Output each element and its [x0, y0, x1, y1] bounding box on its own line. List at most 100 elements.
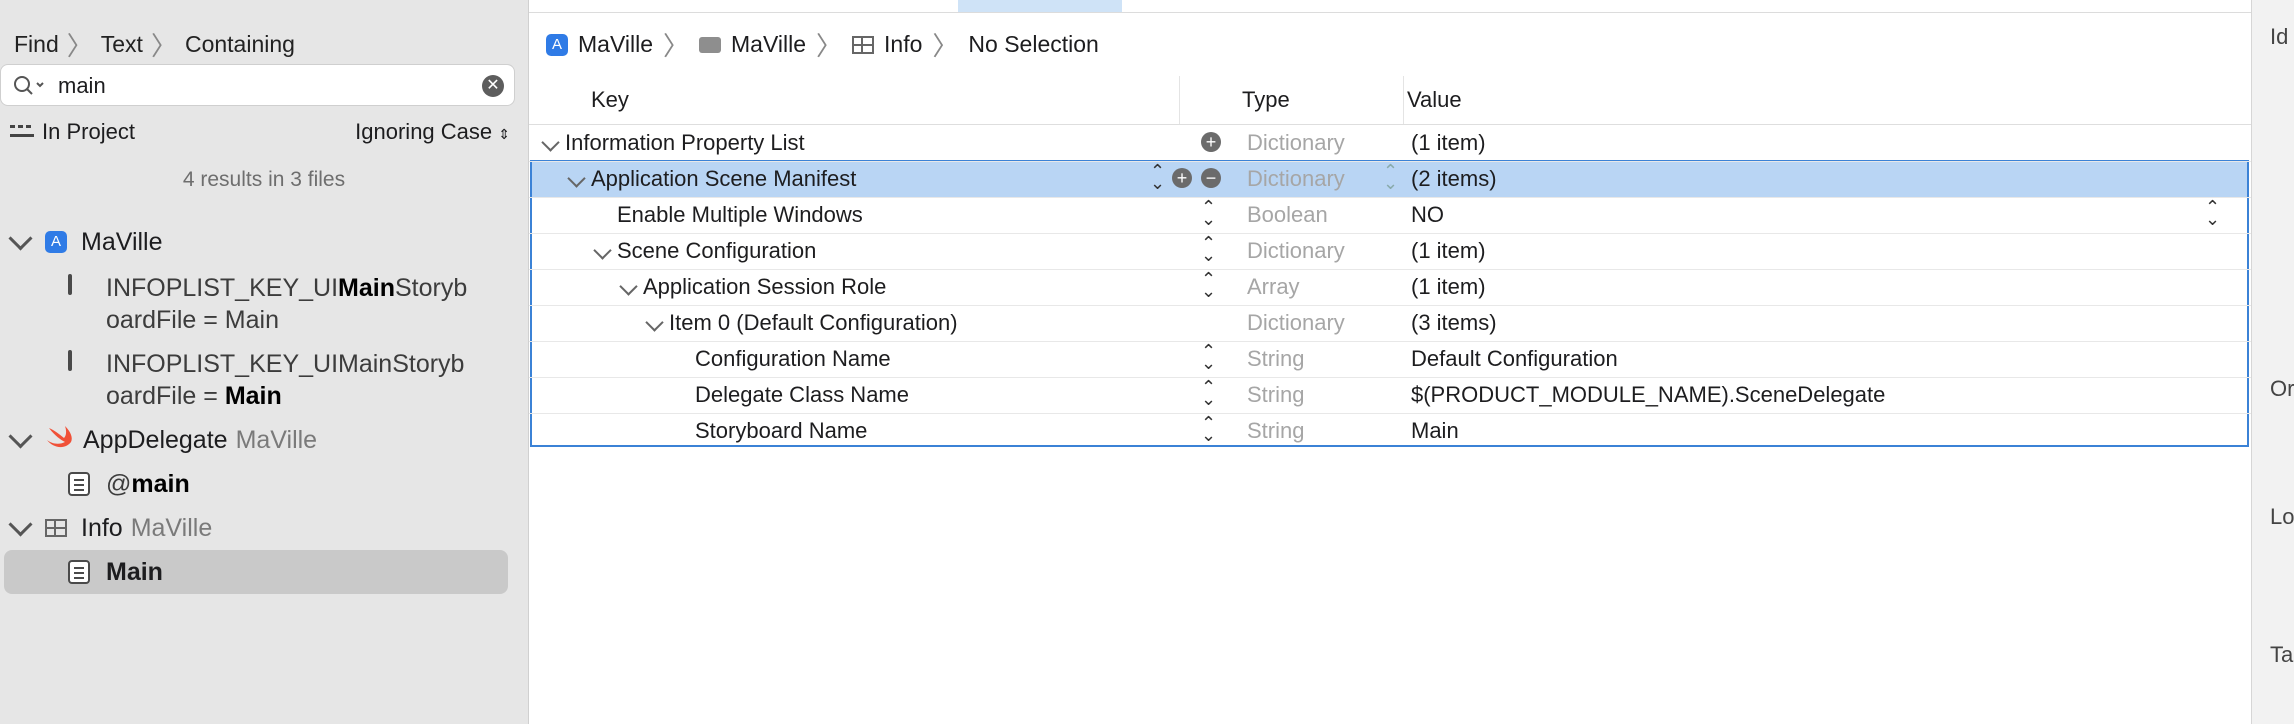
plist-row[interactable]: Delegate Class Name ⌃ ⌄ String $(PRODUCT_…: [529, 377, 2251, 414]
case-option-popup[interactable]: Ignoring Case ⇕: [355, 119, 510, 145]
plist-row[interactable]: Application Session Role ⌃ ⌄ Array (1 ite…: [529, 269, 2251, 306]
disclosure-triangle-icon[interactable]: [619, 277, 638, 296]
group-name: Info: [81, 513, 123, 542]
crumb-text[interactable]: Text: [101, 31, 143, 58]
key-popup-arrows-icon[interactable]: ⌃ ⌄: [1201, 342, 1216, 372]
search-result-2[interactable]: INFOPLIST_KEY_UIMainStoryb oardFile = Ma…: [68, 348, 464, 410]
build-setting-file-icon: [68, 350, 72, 371]
plist-row[interactable]: Enable Multiple Windows ⌃ ⌄ Boolean NO ⌃ ⌄: [529, 197, 2251, 234]
row-type[interactable]: String: [1247, 382, 1304, 408]
jump-bar-selection[interactable]: No Selection: [968, 31, 1098, 58]
group-project: MaVille: [130, 513, 213, 542]
plist-row[interactable]: Information Property List + Dictionary (…: [529, 125, 2251, 162]
inspector-label: Or: [2270, 376, 2294, 401]
row-value[interactable]: Default Configuration: [1411, 346, 1618, 372]
disclosure-triangle-icon[interactable]: [541, 133, 560, 152]
search-scope[interactable]: In Project: [10, 119, 135, 145]
result-group-info[interactable]: Info MaVille: [0, 508, 528, 548]
disclosure-triangle-icon[interactable]: [8, 225, 33, 251]
key-popup-arrows-icon[interactable]: ⌃ ⌄: [1201, 378, 1216, 408]
jump-bar-group[interactable]: MaVille: [731, 31, 806, 58]
chevron-right-icon: 〉: [816, 31, 843, 61]
search-result-4[interactable]: Main: [68, 552, 508, 592]
search-icon[interactable]: [13, 75, 47, 102]
search-result-1[interactable]: INFOPLIST_KEY_UIMainStoryb oardFile = Ma…: [68, 272, 467, 334]
case-option-label: Ignoring Case: [355, 119, 493, 144]
disclosure-triangle-icon[interactable]: [8, 423, 33, 449]
results-summary: 4 results in 3 files: [182, 168, 346, 191]
disclosure-triangle-icon[interactable]: [8, 511, 33, 537]
plist-row[interactable]: Storyboard Name ⌃ ⌄ String Main: [529, 413, 2251, 449]
row-value: (3 items): [1411, 310, 1497, 335]
row-type[interactable]: Dictionary: [1247, 166, 1345, 192]
disclosure-triangle-icon[interactable]: [593, 241, 612, 260]
row-type[interactable]: Dictionary: [1247, 310, 1345, 336]
row-key: Storyboard Name: [695, 418, 868, 443]
row-key: Item 0 (Default Configuration): [669, 310, 958, 335]
row-value[interactable]: Main: [1411, 418, 1459, 444]
search-field[interactable]: main ✕: [0, 64, 515, 106]
row-type[interactable]: String: [1247, 418, 1304, 444]
row-value[interactable]: NO: [1411, 202, 1444, 228]
row-key: Configuration Name: [695, 346, 891, 371]
jump-bar-file[interactable]: Info: [884, 31, 922, 58]
jump-bar-project[interactable]: MaVille: [578, 31, 653, 58]
add-item-icon[interactable]: +: [1201, 132, 1221, 152]
key-popup-arrows-icon[interactable]: ⌃ ⌄: [1150, 162, 1165, 192]
plist-row[interactable]: Configuration Name ⌃ ⌄ String Default Con…: [529, 341, 2251, 378]
jump-bar[interactable]: A MaVille 〉 MaVille 〉 Info 〉 No Selectio…: [546, 26, 1099, 63]
key-popup-arrows-icon[interactable]: ⌃ ⌄: [1201, 414, 1216, 444]
column-header-key[interactable]: Key: [591, 87, 629, 113]
row-value: (1 item): [1411, 130, 1486, 155]
chevron-right-icon: 〉: [932, 31, 959, 61]
plist-row[interactable]: Application Scene Manifest ⌃ ⌄ + − Dictio…: [529, 161, 2251, 198]
row-type[interactable]: Dictionary: [1247, 130, 1345, 156]
disclosure-triangle-icon[interactable]: [567, 169, 586, 188]
search-input[interactable]: main: [58, 73, 106, 99]
disclosure-triangle-icon[interactable]: [645, 313, 664, 332]
crumb-containing[interactable]: Containing: [185, 31, 295, 58]
result-text: INFOPLIST_KEY_UI: [106, 274, 339, 302]
popup-arrows-icon: ⇕: [498, 126, 510, 142]
match-highlight: Main: [224, 382, 282, 410]
column-divider[interactable]: [1179, 76, 1180, 124]
row-value: (1 item): [1411, 238, 1486, 263]
key-popup-arrows-icon[interactable]: ⌃ ⌄: [1201, 234, 1216, 264]
value-popup-arrows-icon[interactable]: ⌃ ⌄: [2205, 198, 2220, 228]
row-type[interactable]: String: [1247, 346, 1304, 372]
row-type[interactable]: Dictionary: [1247, 238, 1345, 264]
row-type[interactable]: Array: [1247, 274, 1300, 300]
row-key: Enable Multiple Windows: [617, 202, 863, 227]
row-value: (1 item): [1411, 274, 1486, 299]
column-divider[interactable]: [1403, 76, 1404, 124]
key-popup-arrows-icon[interactable]: ⌃ ⌄: [1201, 270, 1216, 300]
find-navigator: Find 〉 Text 〉 Containing main ✕ In Proje…: [0, 0, 529, 724]
row-value: (2 items): [1411, 166, 1497, 191]
plist-file-icon: [45, 519, 67, 537]
key-popup-arrows-icon[interactable]: ⌃ ⌄: [1201, 198, 1216, 228]
result-text: oardFile = Main: [106, 306, 279, 334]
chevron-right-icon: 〉: [66, 31, 93, 61]
column-header-value[interactable]: Value: [1407, 87, 1462, 113]
plist-row[interactable]: Scene Configuration ⌃ ⌄ Dictionary (1 ite…: [529, 233, 2251, 270]
group-name: MaVille: [81, 227, 163, 256]
type-popup-arrows-icon[interactable]: ⌃ ⌄: [1383, 162, 1398, 192]
remove-item-icon[interactable]: −: [1201, 168, 1221, 188]
search-result-3[interactable]: @main: [68, 464, 508, 504]
column-header-type[interactable]: Type: [1242, 87, 1290, 113]
row-type[interactable]: Boolean: [1247, 202, 1328, 228]
add-item-icon[interactable]: +: [1172, 168, 1192, 188]
match-highlight: Main: [338, 274, 395, 302]
clear-search-icon[interactable]: ✕: [482, 75, 504, 97]
inspector-panel: Id Or Lo Ta: [2251, 0, 2294, 724]
active-tab-indicator[interactable]: [958, 0, 1122, 12]
result-group-appdelegate[interactable]: AppDelegate MaVille: [0, 420, 528, 460]
code-line-icon: [68, 472, 90, 496]
find-mode-breadcrumb[interactable]: Find 〉 Text 〉 Containing: [14, 26, 295, 63]
result-group-maville[interactable]: A MaVille: [0, 222, 528, 262]
chevron-right-icon: 〉: [663, 31, 690, 61]
crumb-find[interactable]: Find: [14, 31, 59, 58]
plist-row[interactable]: Item 0 (Default Configuration) Dictionar…: [529, 305, 2251, 342]
result-text: @: [106, 470, 132, 498]
row-value[interactable]: $(PRODUCT_MODULE_NAME).SceneDelegate: [1411, 382, 1885, 408]
